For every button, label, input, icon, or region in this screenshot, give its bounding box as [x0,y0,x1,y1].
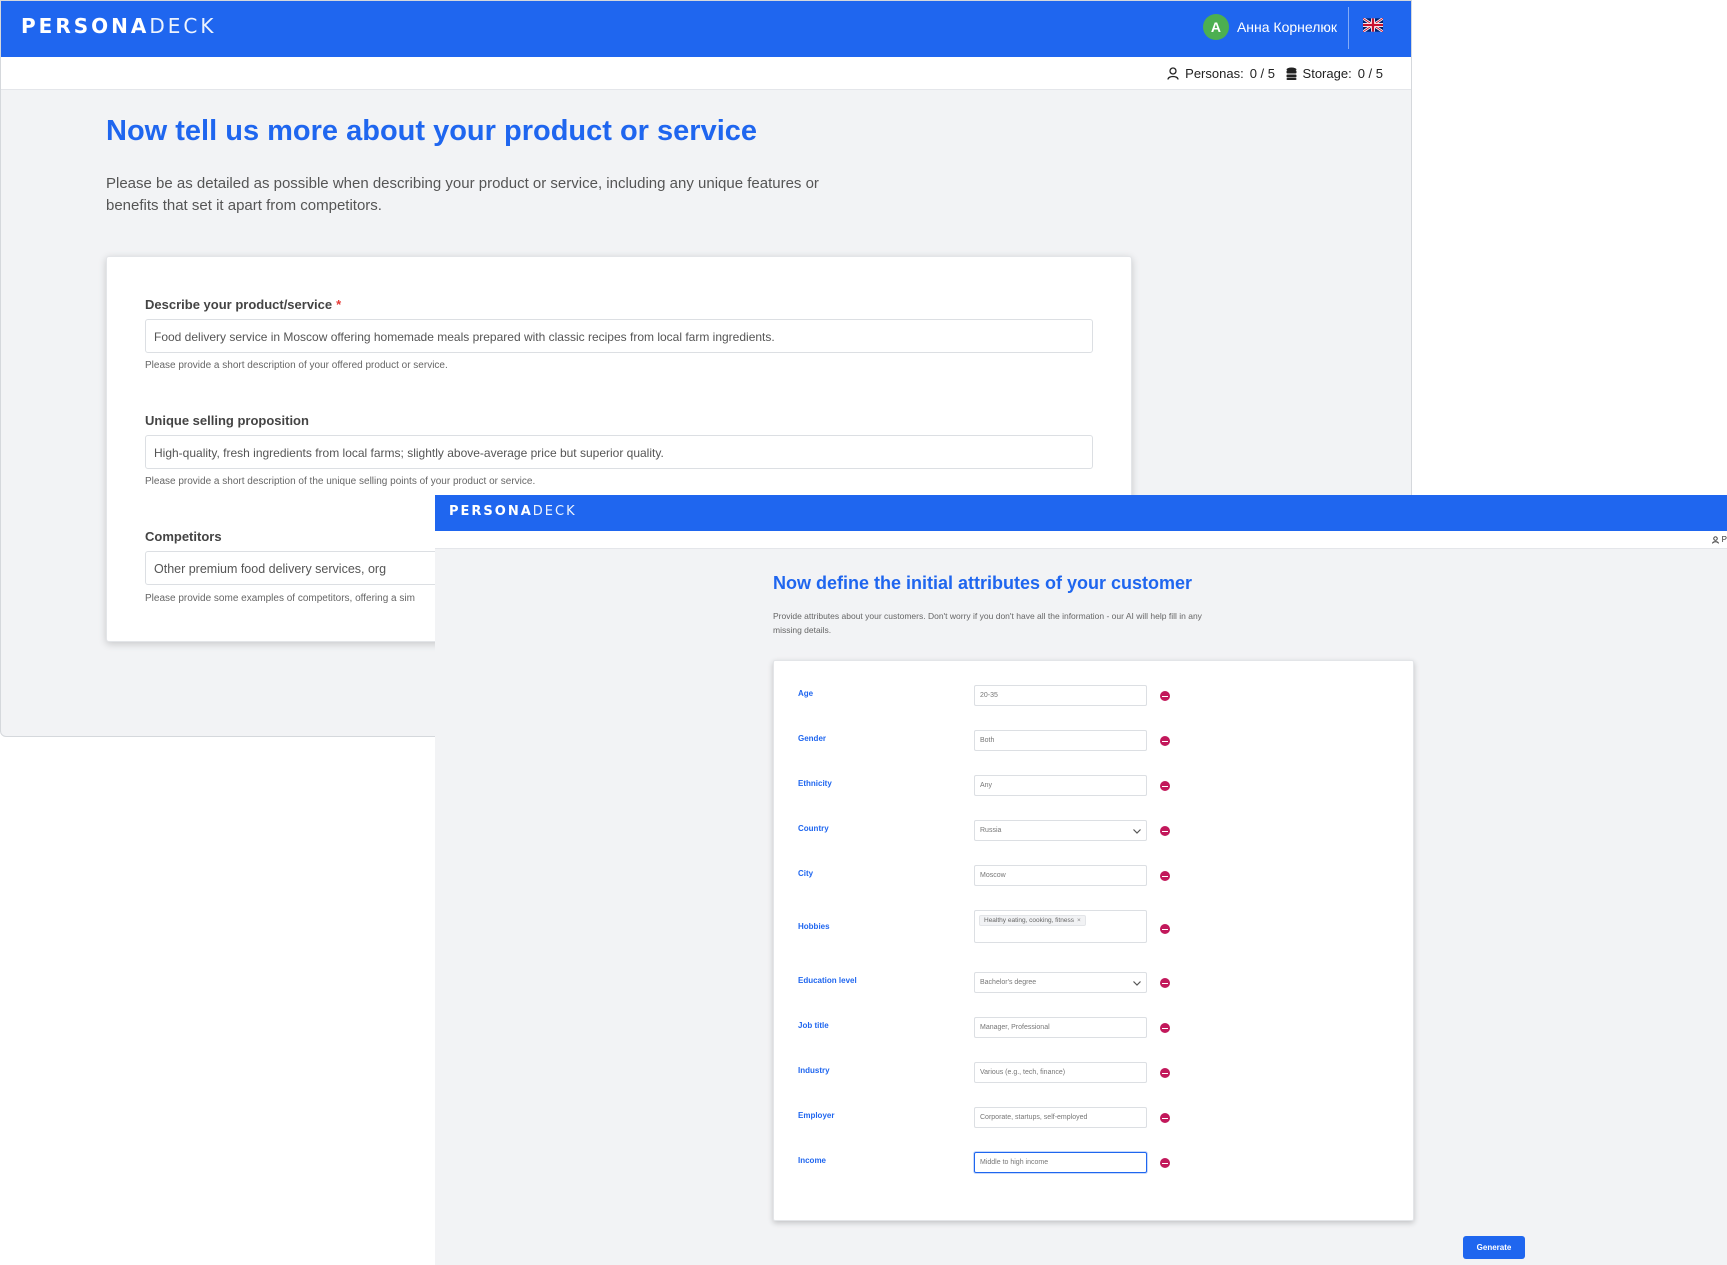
personas-stat: P [1711,535,1727,544]
top-navbar: PERSONADECK A Анна Корнелюк [1,1,1411,57]
storage-stat: Storage: 0 / 5 [1286,66,1383,81]
country-select[interactable]: Russia [974,820,1147,841]
ethnicity-label: Ethnicity [798,779,832,788]
chevron-down-icon [1133,829,1141,834]
age-input[interactable]: 20-35 [974,685,1147,706]
competitors-label: Competitors [145,529,222,544]
page-description: Provide attributes about your customers.… [773,611,1202,635]
page-description: Please be as detailed as possible when d… [106,175,819,214]
attributes-form-card: Age 20-35 Gender Both Ethnicity Any Coun… [773,660,1414,1221]
divider [1348,7,1349,49]
employer-input[interactable]: Corporate, startups, self-employed [974,1107,1147,1128]
gender-label: Gender [798,734,827,743]
usp-input[interactable]: High-quality, fresh ingredients from loc… [145,435,1093,469]
remove-gender-icon[interactable] [1160,736,1170,746]
personas-stat: Personas: 0 / 5 [1167,66,1275,81]
app-logo[interactable]: PERSONADECK [21,14,216,38]
education-select[interactable]: Bachelor's degree [974,972,1147,993]
remove-hobbies-icon[interactable] [1160,924,1170,934]
industry-label: Industry [798,1066,830,1075]
required-mark: * [336,297,342,312]
hobby-tag: Healthy eating, cooking, fitness × [979,915,1086,926]
chevron-down-icon [1133,981,1141,986]
gender-input[interactable]: Both [974,730,1147,751]
usp-label: Unique selling proposition [145,413,309,428]
generate-button[interactable]: Generate [1463,1236,1525,1259]
age-label: Age [798,689,814,698]
user-menu[interactable]: A Анна Корнелюк [1202,13,1337,41]
uk-flag-icon[interactable] [1363,18,1383,32]
top-navbar: PERSONADECK [435,495,1727,531]
user-icon [1167,67,1179,80]
remove-industry-icon[interactable] [1160,1068,1170,1078]
user-name: Анна Корнелюк [1236,19,1337,35]
product-label: Describe your product/service * [145,297,342,312]
page-title: Now define the initial attributes of you… [773,573,1193,593]
industry-input[interactable]: Various (e.g., tech, finance) [974,1062,1147,1083]
remove-age-icon[interactable] [1160,691,1170,701]
remove-income-icon[interactable] [1160,1158,1170,1168]
hobbies-label: Hobbies [798,922,830,931]
income-input[interactable]: Middle to high income [974,1152,1147,1173]
usage-bar: Personas: 0 / 5 Storage: 0 / 5 [1,57,1411,90]
product-help-text: Please provide a short description of yo… [145,360,448,371]
user-icon [1711,535,1719,544]
remove-job-title-icon[interactable] [1160,1023,1170,1033]
city-input[interactable]: Moscow [974,865,1147,886]
customer-attributes-window: PERSONADECK P Now define the initial att… [435,495,1727,1265]
education-label: Education level [798,976,857,985]
job-title-label: Job title [798,1021,829,1030]
hobbies-tag-input[interactable]: Healthy eating, cooking, fitness × [974,910,1147,943]
usage-bar: P [435,531,1727,549]
country-label: Country [798,824,829,833]
remove-country-icon[interactable] [1160,826,1170,836]
income-label: Income [798,1156,827,1165]
remove-education-icon[interactable] [1160,978,1170,988]
avatar: A [1202,14,1229,40]
page-title: Now tell us more about your product or s… [106,115,758,147]
database-icon [1286,67,1297,80]
competitors-help-text: Please provide some examples of competit… [145,593,415,604]
usp-help-text: Please provide a short description of th… [145,476,536,487]
remove-employer-icon[interactable] [1160,1113,1170,1123]
employer-label: Employer [798,1111,835,1120]
app-logo[interactable]: PERSONADECK [449,504,577,519]
tag-remove-icon[interactable]: × [1077,917,1081,924]
ethnicity-input[interactable]: Any [974,775,1147,796]
job-title-input[interactable]: Manager, Professional [974,1017,1147,1038]
product-description-input[interactable]: Food delivery service in Moscow offering… [145,319,1093,353]
city-label: City [798,869,814,878]
remove-city-icon[interactable] [1160,871,1170,881]
remove-ethnicity-icon[interactable] [1160,781,1170,791]
